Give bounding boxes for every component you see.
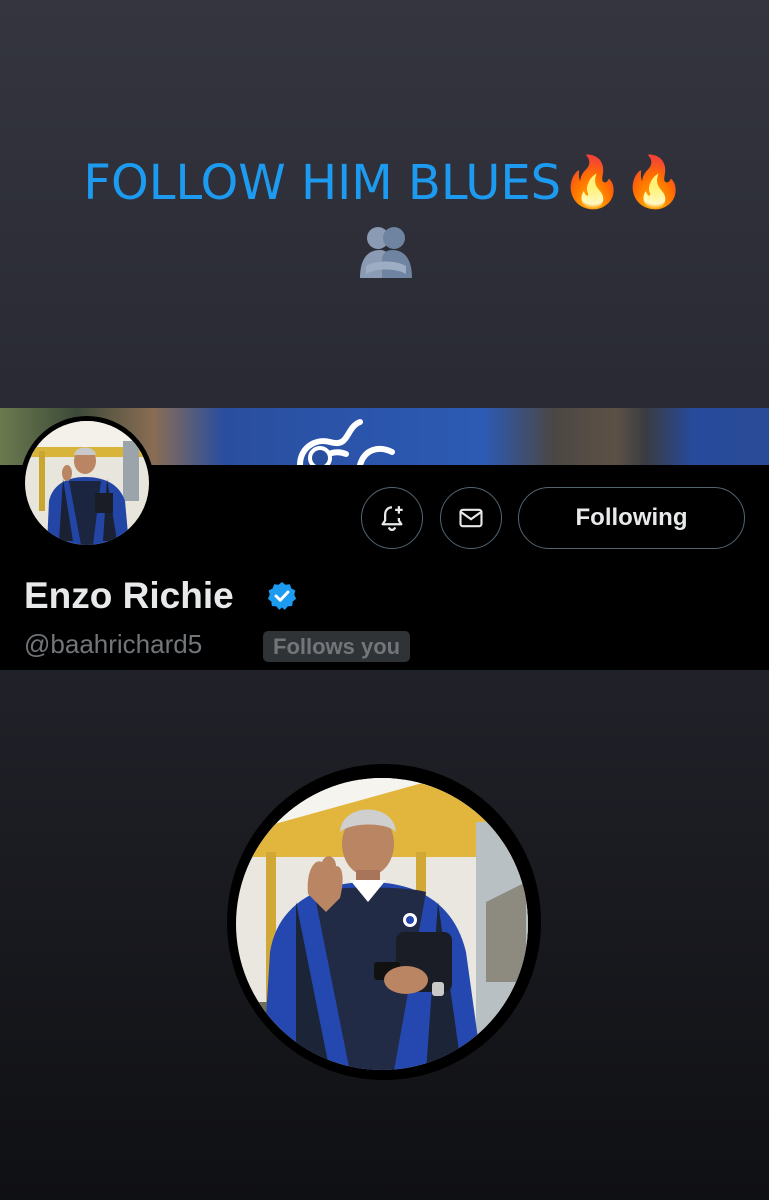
profile-card: Following Enzo Richie @baahrichard5 Foll… xyxy=(0,408,769,670)
profile-name: Enzo Richie xyxy=(24,575,234,616)
profile-avatar[interactable] xyxy=(20,416,154,550)
profile-handle: @baahrichard5 xyxy=(24,629,203,659)
caption-title: FOLLOW HIM BLUES xyxy=(83,155,562,211)
caption-text: FOLLOW HIM BLUES🔥🔥 xyxy=(0,150,769,215)
people-hugging-icon xyxy=(356,226,416,286)
envelope-icon xyxy=(459,508,483,528)
follows-you-badge: Follows you xyxy=(263,631,411,662)
following-button[interactable]: Following xyxy=(518,487,745,549)
verified-badge-icon xyxy=(266,580,298,616)
notifications-button[interactable] xyxy=(361,487,423,549)
bell-plus-icon xyxy=(381,506,403,532)
message-button[interactable] xyxy=(440,487,502,549)
fire-emoji: 🔥🔥 xyxy=(561,153,686,211)
large-profile-photo xyxy=(226,762,542,1082)
